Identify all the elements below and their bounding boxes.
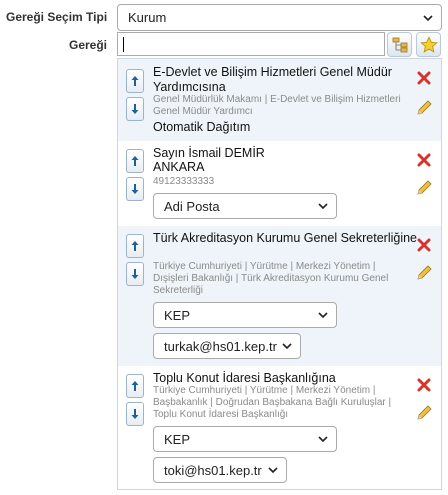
move-down-button[interactable] [126,97,144,121]
delivery-value: KEP [164,431,191,447]
list-item: Toplu Konut İdaresi Başkanlığına Türkiye… [118,366,441,489]
list-item: Türk Akreditasyon Kurumu Genel Sekreterl… [118,226,441,367]
arrow-down-icon [131,184,139,194]
move-down-button[interactable] [126,177,144,201]
chevron-down-icon [268,467,278,474]
item-city: ANKARA [153,160,205,174]
move-up-button[interactable] [126,234,144,258]
item-title: Toplu Konut İdaresi Başkanlığına [153,371,336,385]
move-up-button[interactable] [126,69,144,93]
text-cursor [123,37,124,52]
arrow-up-icon [131,156,139,166]
list-item: E-Devlet ve Bilişim Hizmetleri Genel Müd… [118,59,441,142]
item-title: Türk Akreditasyon Kurumu Genel Sekreterl… [153,231,418,245]
pencil-icon[interactable] [415,179,433,197]
org-tree-button[interactable] [387,32,412,57]
item-path: Genel Müdürlük Makamı | E-Devlet ve Bili… [153,94,401,117]
secim-tipi-label: Gereği Seçim Tipi [6,10,108,24]
secim-tipi-value: Kurum [128,10,167,25]
kep-address-value: turkak@hs01.kep.tr [164,338,277,354]
move-up-button[interactable] [126,374,144,398]
arrow-up-icon [131,76,139,86]
item-path: Türkiye Cumhuriyeti | Yürütme | Merkezi … [153,261,389,296]
delete-icon[interactable] [417,238,431,252]
delete-icon[interactable] [417,378,431,392]
item-title: E-Devlet ve Bilişim Hizmetleri Genel Müd… [153,65,392,94]
geregi-label: Gereği [69,38,108,52]
delivery-value: KEP [164,307,191,323]
delete-icon[interactable] [417,71,431,85]
arrow-up-icon [131,241,139,251]
chevron-down-icon [423,14,433,21]
geregi-list: E-Devlet ve Bilişim Hizmetleri Genel Müd… [117,58,442,490]
delivery-select[interactable]: Adi Posta [153,193,337,219]
pencil-icon[interactable] [415,404,433,422]
kep-address-value: toki@hs01.kep.tr [164,462,262,478]
move-up-button[interactable] [126,149,144,173]
secim-tipi-select[interactable]: Kurum [117,4,442,31]
move-down-button[interactable] [126,262,144,286]
delivery-select[interactable]: KEP [153,302,337,328]
move-down-button[interactable] [126,402,144,426]
chevron-down-icon [318,203,328,210]
arrow-down-icon [131,269,139,279]
item-path: Türkiye Cumhuriyeti | Yürütme | Merkezi … [153,385,392,420]
kep-address-select[interactable]: toki@hs01.kep.tr [153,457,287,483]
org-tree-icon [392,37,407,52]
chevron-down-icon [282,343,292,350]
arrow-down-icon [131,409,139,419]
item-distribution: Otomatik Dağıtım [153,120,251,134]
chevron-down-icon [318,436,328,443]
favorites-button[interactable] [416,32,441,57]
delivery-select[interactable]: KEP [153,426,337,452]
list-item: Sayın İsmail DEMİR ANKARA 49123333333 Ad… [118,141,441,227]
item-title: Sayın İsmail DEMİR [153,146,265,160]
arrow-up-icon [131,381,139,391]
delete-icon[interactable] [417,153,431,167]
item-id-number: 49123333333 [153,176,215,187]
geregi-search-input[interactable] [117,32,385,56]
delivery-value: Adi Posta [164,198,220,214]
kep-address-select[interactable]: turkak@hs01.kep.tr [153,333,301,359]
chevron-down-icon [318,312,328,319]
pencil-icon[interactable] [415,264,433,282]
star-icon [419,35,438,53]
pencil-icon[interactable] [415,99,433,117]
arrow-down-icon [131,104,139,114]
